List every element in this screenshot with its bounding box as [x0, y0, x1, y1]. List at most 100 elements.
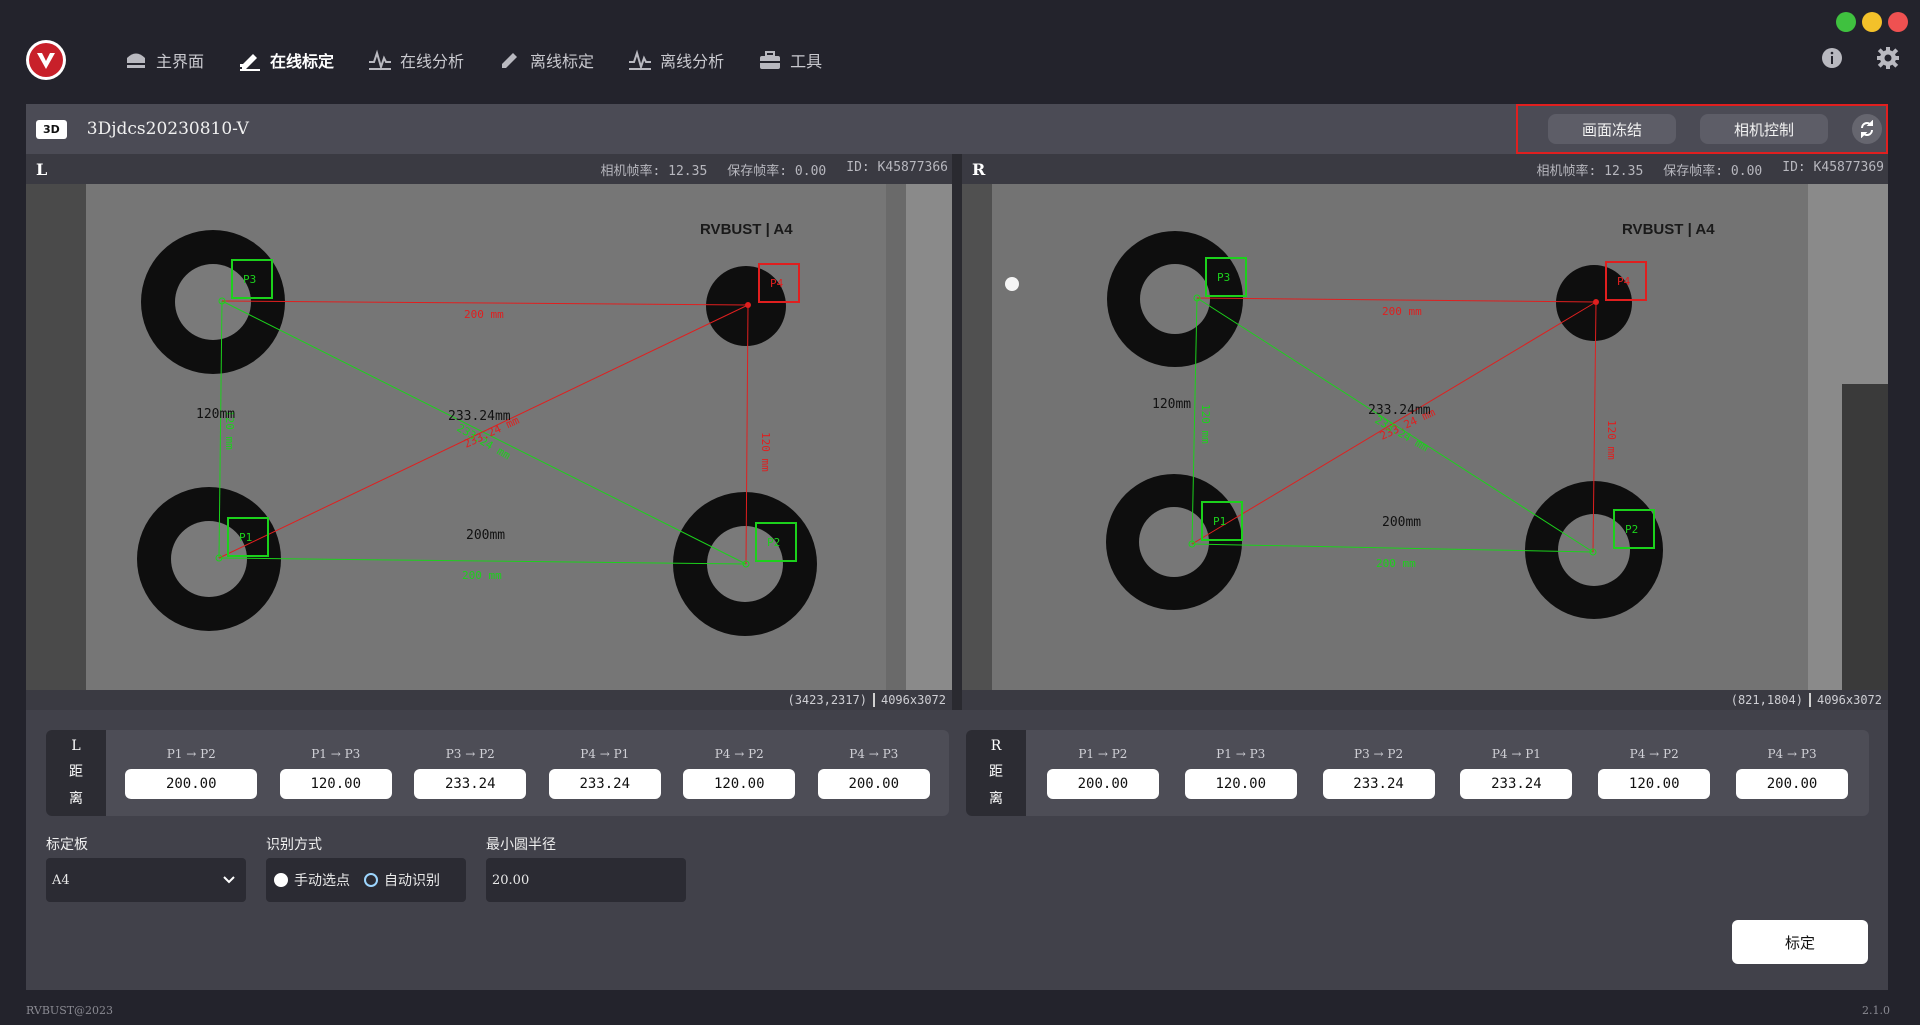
info-icon[interactable]	[1820, 46, 1844, 70]
camera-id: ID: K45877369	[1782, 159, 1884, 175]
close-button[interactable]	[1888, 12, 1908, 32]
camera-fps: 相机帧率: 12.35	[1536, 163, 1644, 179]
green-bottom-distance: 200 mm	[462, 569, 502, 582]
distance-value: 200.00	[1736, 769, 1849, 799]
minimize-button[interactable]	[1862, 12, 1882, 32]
distance-item: P4 → P2 120.00	[1598, 747, 1711, 799]
camera-side-label: R	[972, 159, 986, 179]
calibrate-button[interactable]: 标定	[1732, 920, 1868, 964]
camera-status-bar: R 相机帧率: 12.35 保存帧率: 0.00 ID: K45877369	[962, 154, 1888, 184]
main-nav: 主界面 在线标定 在线分析 离线标定 离线分析 工具	[120, 44, 826, 76]
home-icon	[127, 53, 145, 68]
nav-item-offline-analysis[interactable]: 离线分析	[624, 44, 728, 76]
nav-item-home[interactable]: 主界面	[120, 44, 208, 76]
version-text: 2.1.0	[1862, 1004, 1890, 1017]
calibration-panel: 3D 3Djdcs20230810-V 画面冻结 相机控制 L 相机帧率: 12…	[26, 104, 1888, 990]
left-camera-view: L 相机帧率: 12.35 保存帧率: 0.00 ID: K45877366 R…	[26, 154, 952, 710]
distance-item: P1 → P3 120.00	[279, 747, 392, 799]
board-select-value: A4	[52, 872, 70, 888]
method-radio-group: 手动选点 自动识别	[266, 858, 466, 902]
distance-value: 233.24	[548, 769, 661, 799]
red-top-distance: 200 mm	[464, 308, 504, 321]
nav-item-label: 主界面	[156, 52, 205, 71]
freeze-frame-button[interactable]: 画面冻结	[1548, 114, 1676, 144]
distance-value: 233.24	[1460, 769, 1573, 799]
camera-id: ID: K45877366	[846, 159, 948, 175]
distance-item: P4 → P2 120.00	[683, 747, 796, 799]
auto-detect-label: 自动识别	[384, 873, 440, 889]
distance-value: 233.24	[1322, 769, 1435, 799]
device-name: 3Djdcs20230810-V	[86, 119, 249, 139]
radius-label: 最小圆半径	[486, 837, 556, 853]
distance-item: P3 → P2 233.24	[414, 747, 527, 799]
maximize-button[interactable]	[1836, 12, 1856, 32]
distance-side-tab: R 距 离	[966, 730, 1026, 816]
nav-item-label: 在线分析	[400, 52, 465, 71]
right-distance-panel: R 距 离 P1 → P2 200.00 P1 → P3 120.00 P3 → P…	[966, 730, 1869, 816]
board-setting: 标定板 A4	[46, 834, 246, 902]
camera-image[interactable]: RVBUST | A4 P3 P1 P2 P4 200 mm 200 mm 23…	[962, 184, 1888, 690]
top-right-icons	[1820, 46, 1900, 70]
point-label-p2: P2	[767, 536, 780, 549]
board-brand-label: RVBUST | A4	[700, 221, 793, 238]
pencil-icon	[502, 53, 518, 68]
black-bottom-distance: 200mm	[466, 528, 505, 543]
pen-icon	[240, 54, 261, 71]
camera-control-button[interactable]: 相机控制	[1700, 114, 1828, 144]
red-right-distance: 120 mm	[1605, 420, 1618, 460]
camera-fps: 相机帧率: 12.35	[600, 163, 708, 179]
distance-word-1: 距	[989, 763, 1003, 780]
point-label-p4: P4	[770, 277, 784, 290]
distance-side-label: L	[71, 737, 81, 754]
distance-value: 120.00	[1184, 769, 1297, 799]
gear-icon[interactable]	[1876, 46, 1900, 70]
distance-value: 200.00	[125, 769, 258, 799]
copyright-text: RVBUST@2023	[26, 1004, 114, 1017]
save-fps: 保存帧率: 0.00	[1663, 163, 1763, 179]
camera-controls-group: 画面冻结 相机控制	[1516, 104, 1888, 154]
nav-item-tools[interactable]: 工具	[754, 44, 826, 76]
wave-icon	[629, 49, 652, 71]
distance-side-label: R	[990, 737, 1002, 754]
distance-label: P4 → P1	[580, 747, 630, 761]
distance-word-2: 离	[989, 791, 1003, 808]
distance-label: P3 → P2	[445, 747, 495, 761]
distance-value: 200.00	[817, 769, 930, 799]
right-camera-view: R 相机帧率: 12.35 保存帧率: 0.00 ID: K45877369 R…	[962, 154, 1888, 710]
nav-item-label: 离线标定	[530, 52, 595, 71]
device-header: 3D 3Djdcs20230810-V 画面冻结 相机控制	[26, 104, 1888, 154]
min-radius-input[interactable]: 20.00	[486, 858, 686, 902]
nav-item-online-analysis[interactable]: 在线分析	[364, 44, 468, 76]
nav-item-label: 离线分析	[660, 52, 725, 71]
board-select[interactable]: A4	[46, 858, 246, 902]
distance-word-2: 离	[69, 791, 83, 808]
radio-unchecked-indicator	[364, 873, 378, 887]
auto-detect-radio[interactable]: 自动识别	[364, 870, 440, 890]
cursor-coordinates: (3423,2317)	[787, 693, 867, 707]
sync-button[interactable]	[1852, 114, 1882, 144]
point-label-p3: P3	[1217, 271, 1230, 284]
point-label-p1: P1	[1213, 515, 1226, 528]
point-label-p1: P1	[239, 531, 252, 544]
radius-setting: 最小圆半径 20.00	[486, 834, 686, 902]
black-diagonal-distance: 233.24mm	[448, 409, 511, 424]
board-brand-label: RVBUST | A4	[1622, 221, 1715, 238]
board-label: 标定板	[46, 837, 88, 853]
distance-label: P4 → P3	[849, 747, 899, 761]
nav-item-offline-calibration[interactable]: 离线标定	[494, 44, 598, 76]
distance-item: P1 → P2 200.00	[1046, 747, 1159, 799]
distance-item: P4 → P1 233.24	[548, 747, 661, 799]
nav-item-online-calibration[interactable]: 在线标定	[234, 44, 338, 76]
distance-label: P1 → P3	[1216, 747, 1266, 761]
distance-value: 120.00	[279, 769, 392, 799]
image-resolution: 4096x3072	[1816, 693, 1882, 707]
camera-image[interactable]: RVBUST | A4 P3 P1 P2 P4 200 mm 200 mm 23…	[26, 184, 952, 690]
manual-select-label: 手动选点	[294, 873, 350, 889]
manual-select-radio[interactable]: 手动选点	[274, 870, 350, 890]
image-resolution: 4096x3072	[880, 693, 946, 707]
camera-status-bar: L 相机帧率: 12.35 保存帧率: 0.00 ID: K45877366	[26, 154, 952, 184]
camera-footer: (821,1804) 4096x3072	[962, 690, 1888, 710]
distance-label: P4 → P1	[1491, 747, 1541, 761]
green-left-distance: 120 mm	[1199, 404, 1212, 444]
distance-label: P3 → P2	[1354, 747, 1404, 761]
